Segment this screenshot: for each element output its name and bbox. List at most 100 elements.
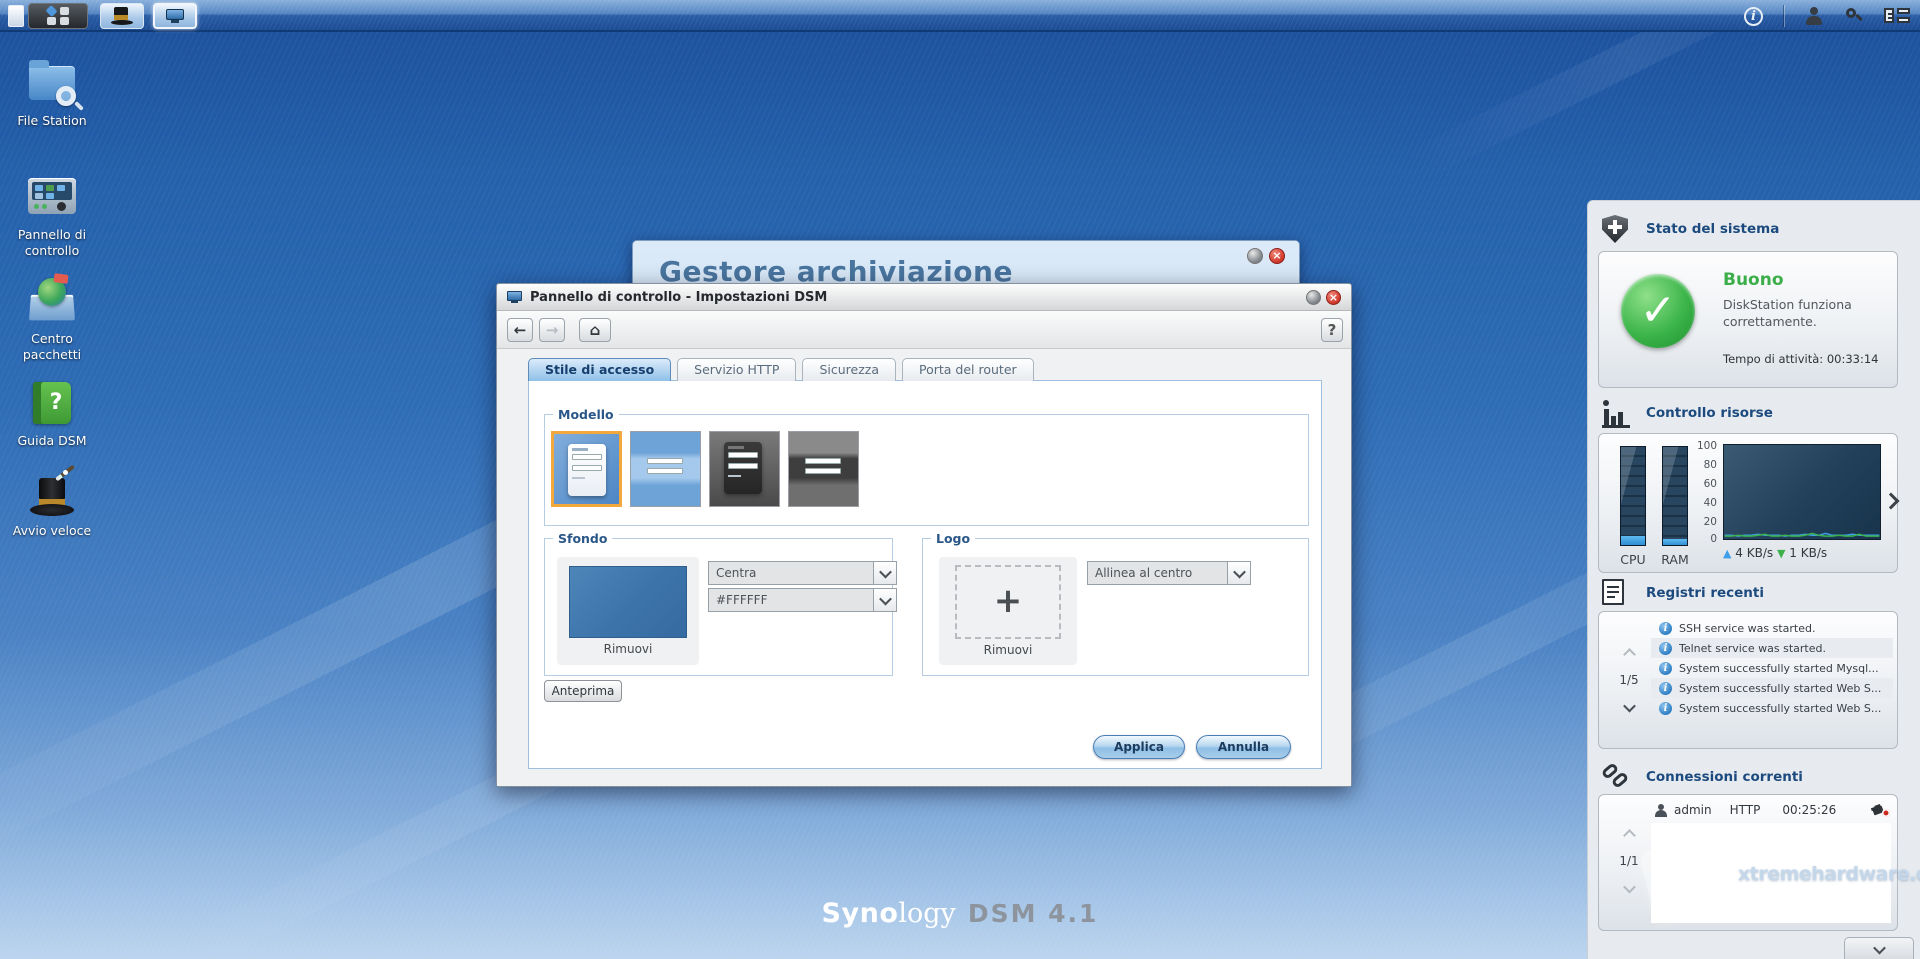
dsm-settings-dialog: Pannello di controllo - Impostazioni DSM… [496, 283, 1352, 787]
system-status-title: Stato del sistema [1646, 221, 1779, 237]
desktop-icon-control-panel[interactable]: Pannello di controllo [6, 172, 98, 258]
pager-down-icon[interactable] [1623, 881, 1636, 894]
tab-stile-di-accesso[interactable]: Stile di accesso [528, 358, 671, 381]
desktop-icon-quick-start[interactable]: Avvio veloce [6, 468, 98, 539]
log-row[interactable]: iSSH service was started. [1651, 618, 1893, 638]
dsm-help-icon: ? [26, 378, 78, 428]
cpu-gauge [1620, 446, 1646, 546]
shield-icon [1602, 215, 1632, 243]
preview-button[interactable]: Anteprima [544, 680, 622, 702]
status-description: DiskStation funziona correttamente. [1723, 297, 1875, 331]
info-icon: i [1659, 702, 1672, 715]
brand-version: DSM 4.1 [968, 899, 1099, 928]
show-desktop-button[interactable] [8, 5, 24, 27]
system-status-card: ✓ Buono DiskStation funziona correttamen… [1598, 251, 1898, 388]
info-icon: i [1659, 622, 1672, 635]
upload-speed: 4 KB/s [1735, 546, 1773, 560]
tab-sicurezza[interactable]: Sicurezza [802, 358, 896, 381]
resource-monitor-card: CPU RAM 100 80 60 40 20 0 ▲ 4 KB/s ▼ 1 K… [1598, 433, 1898, 573]
template-option-blue-strip[interactable] [630, 431, 701, 507]
brand-serif: logy [898, 898, 955, 929]
desktop-icon-file-station[interactable]: File Station [6, 58, 98, 129]
tab-strip: Stile di accesso Servizio HTTP Sicurezza… [528, 358, 1040, 381]
logs-pager: 1/5 [1611, 644, 1647, 716]
tab-servizio-http[interactable]: Servizio HTTP [677, 358, 796, 381]
connection-row[interactable]: admin HTTP 00:25:26 [1654, 803, 1890, 817]
logo-legend: Logo [931, 531, 975, 546]
tab-porta-del-router[interactable]: Porta del router [902, 358, 1034, 381]
log-row[interactable]: iSystem successfully started Mysql... [1651, 658, 1893, 678]
back-button[interactable]: ← [507, 318, 533, 342]
apply-button[interactable]: Applica [1093, 735, 1185, 759]
uptime-text: Tempo di attività: 00:33:14 [1723, 352, 1879, 366]
logo-fieldset: Logo + Rimuovi Allinea al centro [922, 538, 1309, 676]
info-icon[interactable]: i [1744, 7, 1763, 26]
chevron-down-icon [873, 562, 896, 584]
pager-up-icon[interactable] [1623, 829, 1636, 842]
main-menu-button[interactable] [28, 3, 88, 29]
close-icon[interactable]: × [1326, 290, 1341, 305]
log-row[interactable]: iSystem successfully started Web S... [1651, 678, 1893, 698]
template-option-dark-strip[interactable] [788, 431, 859, 507]
cancel-button[interactable]: Annulla [1196, 735, 1291, 759]
desktop-icon-dsm-help[interactable]: ? Guida DSM [6, 378, 98, 449]
package-center-icon [26, 276, 78, 326]
recent-logs-card: 1/5 iSSH service was started. iTelnet se… [1598, 611, 1898, 749]
chevron-down-icon [873, 589, 896, 611]
minimize-button[interactable] [1247, 248, 1263, 264]
logo-remove-link[interactable]: Rimuovi [939, 643, 1077, 657]
home-button[interactable]: ⌂ [579, 318, 611, 342]
logo-add-box[interactable]: + [955, 565, 1061, 639]
minimize-button[interactable] [1306, 290, 1321, 305]
user-icon[interactable] [1804, 7, 1824, 25]
recent-logs-title: Registri recenti [1646, 585, 1764, 601]
sfondo-legend: Sfondo [553, 531, 612, 546]
chevron-down-icon [1873, 941, 1886, 954]
control-panel-icon [26, 172, 78, 222]
tab-content-panel: Modello [528, 380, 1322, 769]
search-icon[interactable] [1844, 6, 1864, 26]
desktop-icon-package-center[interactable]: Centro pacchetti [6, 276, 98, 362]
disconnect-icon[interactable] [1872, 803, 1890, 817]
dialog-titlebar[interactable]: Pannello di controllo - Impostazioni DSM… [497, 284, 1351, 311]
forward-button[interactable]: → [539, 318, 565, 342]
dialog-title: Pannello di controllo - Impostazioni DSM [530, 290, 827, 305]
desktop-icon-label: Centro pacchetti [6, 331, 98, 362]
network-traffic-chart [1723, 444, 1881, 540]
logo-align-select[interactable]: Allinea al centro [1087, 561, 1251, 585]
network-chart-y-axis: 100 80 60 40 20 0 [1695, 440, 1719, 544]
pager-down-icon[interactable] [1623, 700, 1636, 713]
dsm-brand-footer: Synology DSM 4.1 [700, 898, 1220, 929]
desktop-icon-label: File Station [6, 113, 98, 129]
background-color-value: #FFFFFF [709, 589, 873, 611]
template-option-blue-card[interactable] [551, 431, 622, 507]
resource-next-page-button[interactable] [1885, 492, 1897, 511]
panel-collapse-button[interactable] [1844, 937, 1914, 959]
magic-hat-icon [111, 7, 133, 25]
log-list: iSSH service was started. iTelnet servic… [1651, 618, 1893, 718]
close-icon[interactable]: × [1269, 248, 1285, 264]
log-row[interactable]: iTelnet service was started. [1651, 638, 1893, 658]
pager-up-icon[interactable] [1623, 648, 1636, 661]
main-menu-icon [46, 6, 70, 26]
taskbar-quick-start-button[interactable] [100, 3, 144, 29]
background-color-select[interactable]: #FFFFFF [708, 588, 897, 612]
pilot-view-icon[interactable] [1884, 7, 1910, 25]
background-fit-select[interactable]: Centra [708, 561, 897, 585]
taskbar-separator [1783, 5, 1784, 27]
download-speed: 1 KB/s [1789, 546, 1827, 560]
background-remove-link[interactable]: Rimuovi [557, 642, 699, 656]
help-button[interactable]: ? [1321, 318, 1343, 342]
desktop-icon-label: Guida DSM [6, 433, 98, 449]
widget-panel: Stato del sistema ✓ Buono DiskStation fu… [1587, 200, 1920, 959]
taskbar-control-panel-button[interactable] [153, 3, 197, 29]
log-row[interactable]: iSystem successfully started Web S... [1651, 698, 1893, 718]
bar-chart-icon [1602, 399, 1632, 427]
network-speed-labels: ▲ 4 KB/s ▼ 1 KB/s [1723, 546, 1827, 560]
template-option-dark-card[interactable] [709, 431, 780, 507]
control-panel-window-icon [507, 291, 522, 303]
dialog-toolbar: ← → ⌂ ? [497, 311, 1351, 349]
brand-bold: Syno [822, 898, 899, 929]
background-thumbnail[interactable] [569, 566, 687, 638]
monitor-icon [166, 9, 184, 23]
